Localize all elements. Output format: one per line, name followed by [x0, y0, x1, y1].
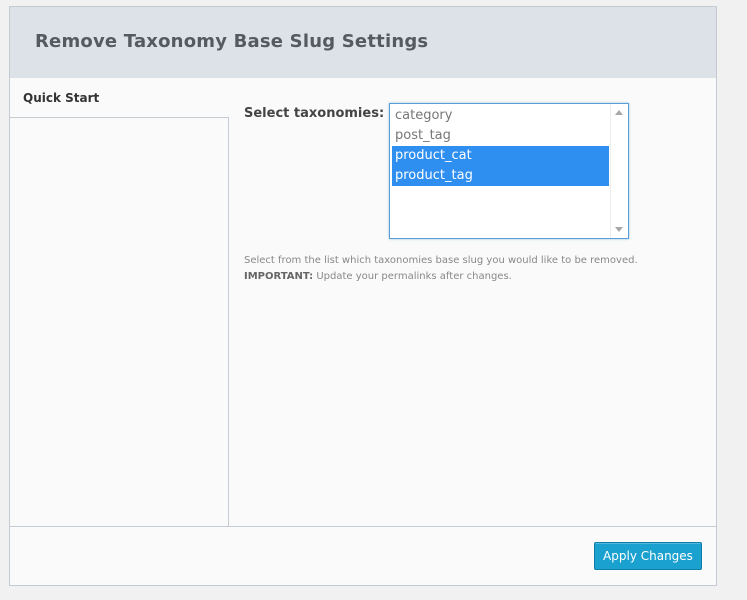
page-title: Remove Taxonomy Base Slug Settings [35, 31, 429, 52]
panel-header: Remove Taxonomy Base Slug Settings [10, 7, 716, 79]
sidebar: Quick Start [10, 78, 229, 528]
option-category[interactable]: category [392, 106, 609, 126]
taxonomies-label: Select taxonomies: [244, 106, 385, 121]
help-text: Select from the list which taxonomies ba… [244, 255, 638, 266]
important-text: Update your permalinks after changes. [313, 271, 512, 282]
content-area: Select taxonomies: category post_tag pro… [229, 78, 716, 528]
select-scrollbar[interactable] [610, 104, 628, 238]
options-list: category post_tag product_cat product_ta… [392, 106, 609, 186]
panel-footer: Apply Changes [10, 526, 716, 585]
scroll-down-icon[interactable] [615, 227, 623, 232]
help-text-block: Select from the list which taxonomies ba… [244, 253, 638, 285]
settings-panel: Remove Taxonomy Base Slug Settings Quick… [9, 6, 717, 586]
important-label: IMPORTANT: [244, 271, 314, 282]
option-product-tag[interactable]: product_tag [392, 166, 609, 186]
option-product-cat[interactable]: product_cat [392, 146, 609, 166]
apply-changes-button[interactable]: Apply Changes [594, 542, 702, 570]
tab-quick-start[interactable]: Quick Start [10, 78, 229, 118]
taxonomies-multiselect[interactable]: category post_tag product_cat product_ta… [389, 103, 629, 239]
important-note: IMPORTANT: Update your permalinks after … [244, 269, 638, 285]
scroll-up-icon[interactable] [615, 110, 623, 115]
option-post-tag[interactable]: post_tag [392, 126, 609, 146]
